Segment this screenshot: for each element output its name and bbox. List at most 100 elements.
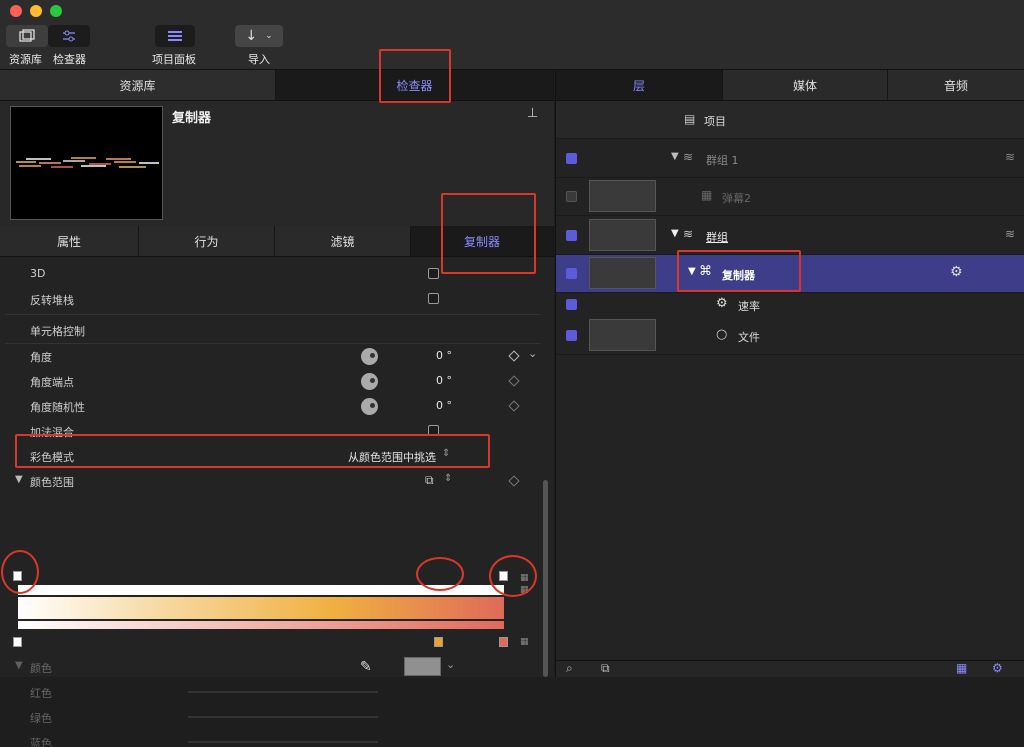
layer-project[interactable]: ▤ 项目: [556, 101, 1024, 139]
blue-label: 蓝色: [30, 737, 52, 747]
disclosure-triangle-icon[interactable]: ▼: [15, 474, 23, 485]
annotation-box-color-mode: [15, 434, 490, 468]
list-icon: [168, 31, 182, 41]
param-color: ▼ 颜色: [0, 655, 540, 680]
layers-panel: 层 媒体 音频 ▤ 项目 ▼ ≋ 群组 1 ≋ ▦ 弹幕2 ▼ ≋ 群组 ≋ ▼…: [555, 70, 1024, 677]
layer-file[interactable]: ○ 文件: [556, 317, 1024, 355]
library-button[interactable]: [6, 25, 48, 47]
replicator-visibility-checkbox[interactable]: [566, 268, 577, 279]
color-tag-middle[interactable]: [434, 637, 443, 647]
zoom-window-button[interactable]: [50, 5, 62, 17]
tab-audio[interactable]: 音频: [888, 70, 1024, 100]
param-3d-label: 3D: [30, 267, 46, 280]
file-visibility-checkbox[interactable]: [566, 330, 577, 341]
library-icon: [19, 29, 35, 42]
color-tag-start[interactable]: [13, 637, 22, 647]
keyframe-icon[interactable]: [508, 400, 520, 412]
layers-footer: ⌕ ⧉ ▦ ⚙: [556, 660, 1024, 677]
color-well[interactable]: [404, 657, 441, 676]
color-tag-end[interactable]: [499, 637, 508, 647]
annotation-circle-middle-tag: [416, 557, 464, 591]
red-label: 红色: [30, 687, 52, 700]
chevron-down-icon[interactable]: ⌄: [446, 658, 455, 671]
blue-slider[interactable]: [188, 741, 378, 743]
minimize-window-button[interactable]: [30, 5, 42, 17]
pin-icon[interactable]: ⊥: [527, 106, 538, 121]
3d-checkbox[interactable]: [428, 268, 439, 279]
cell-controls-label: 单元格控制: [30, 325, 85, 338]
close-window-button[interactable]: [10, 5, 22, 17]
angle-random-dial[interactable]: [361, 398, 378, 415]
gear-icon[interactable]: ⚙: [950, 264, 963, 280]
disclosure-triangle-icon[interactable]: ▼: [671, 228, 679, 239]
inspector-panel: 资源库 检查器 复制器 ⊥ 属性 行为 滤镜 复制器 3D 反转堆栈 单元格控制…: [0, 70, 554, 747]
project-panel-label: 项目面板: [152, 53, 196, 66]
layer-group1[interactable]: ▼ ≋ 群组 1 ≋: [556, 140, 1024, 178]
group1-label: 群组 1: [706, 154, 739, 167]
tab-behaviors[interactable]: 行为: [139, 226, 275, 256]
tab-properties[interactable]: 属性: [0, 226, 139, 256]
add-layer-icon[interactable]: ⧉: [601, 661, 610, 676]
project-label: 项目: [704, 115, 726, 128]
annotation-circle-end-tag: [489, 555, 537, 597]
layer-barrage2[interactable]: ▦ 弹幕2: [556, 178, 1024, 216]
red-slider[interactable]: [188, 691, 378, 693]
layer-rate[interactable]: ⚙ 速率: [556, 293, 1024, 317]
annotation-box-inspector-tab: [379, 49, 451, 103]
file-label: 文件: [738, 331, 760, 344]
keyframe-icon[interactable]: [508, 350, 520, 362]
param-angle: 角度 0 ° ⌄: [0, 344, 540, 369]
group1-visibility-checkbox[interactable]: [566, 153, 577, 164]
gradient-preview-bar: [18, 621, 504, 629]
file-thumbnail: [589, 319, 656, 351]
barrage2-thumbnail: [589, 180, 656, 212]
right-tab-bar: 层 媒体 音频: [556, 70, 1024, 101]
preview-image: [16, 157, 159, 168]
import-button[interactable]: ↓ ⌄: [235, 25, 283, 47]
angle-end-dial[interactable]: [361, 373, 378, 390]
reverse-stack-checkbox[interactable]: [428, 293, 439, 304]
tab-library[interactable]: 资源库: [0, 70, 276, 100]
circle-icon: ○: [716, 327, 728, 342]
updown-icon[interactable]: ⇕: [444, 473, 452, 484]
barrage2-visibility-checkbox[interactable]: [566, 191, 577, 202]
preset-icon[interactable]: ⧉: [425, 473, 434, 488]
param-reverse-stack: 反转堆栈: [0, 287, 540, 312]
param-angle-end: 角度端点 0 °: [0, 369, 540, 394]
rate-visibility-checkbox[interactable]: [566, 299, 577, 310]
group-icon: ≋: [1005, 150, 1016, 164]
scrollbar[interactable]: [543, 480, 548, 677]
color-range-label: 颜色范围: [30, 476, 74, 489]
checker-icon[interactable]: ▦: [956, 661, 967, 675]
keyframe-icon[interactable]: [508, 475, 520, 487]
search-icon[interactable]: ⌕: [566, 661, 573, 676]
angle-dial[interactable]: [361, 348, 378, 365]
keyframe-icon[interactable]: [508, 375, 520, 387]
replicator-thumbnail: [589, 257, 656, 289]
angle-end-value[interactable]: 0 °: [436, 374, 452, 387]
faded-color-rows: 红色 绿色 蓝色: [0, 680, 554, 747]
rate-label: 速率: [738, 300, 760, 313]
angle-random-label: 角度随机性: [30, 401, 85, 414]
angle-random-value[interactable]: 0 °: [436, 399, 452, 412]
color-gradient-bar[interactable]: [18, 597, 504, 619]
disclosure-triangle-icon[interactable]: ▼: [671, 151, 679, 162]
green-label: 绿色: [30, 712, 52, 725]
barrage2-label: 弹幕2: [722, 192, 751, 205]
tab-layers[interactable]: 层: [556, 70, 723, 100]
angle-value[interactable]: 0 °: [436, 349, 452, 362]
inspector-button[interactable]: [48, 25, 90, 47]
grid-icon[interactable]: ▦: [520, 637, 529, 647]
tab-media[interactable]: 媒体: [723, 70, 888, 100]
group-visibility-checkbox[interactable]: [566, 230, 577, 241]
left-tab-bar: 资源库 检查器: [0, 70, 554, 101]
chevron-down-icon[interactable]: ⌄: [528, 347, 537, 360]
green-slider[interactable]: [188, 716, 378, 718]
project-panel-button[interactable]: [155, 25, 195, 47]
tab-filters[interactable]: 滤镜: [275, 226, 411, 256]
inspector-label: 检查器: [53, 53, 86, 66]
gear-icon[interactable]: ⚙: [992, 661, 1003, 675]
disclosure-triangle-icon[interactable]: ▼: [15, 660, 23, 671]
document-icon: ▤: [684, 112, 696, 126]
eyedropper-icon[interactable]: ✎: [360, 659, 372, 675]
